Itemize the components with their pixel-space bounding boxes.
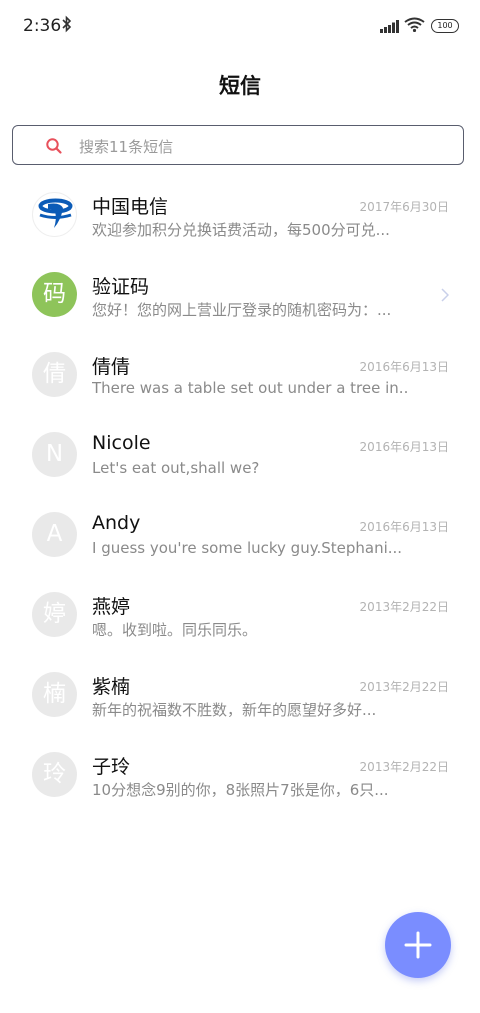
conversation-name: 验证码 — [92, 276, 150, 298]
conversation-name: Andy — [92, 512, 141, 534]
conversation-name: 子玲 — [92, 756, 131, 778]
avatar: 婷 — [32, 592, 77, 637]
conversation-date: 2016年6月13日 — [359, 440, 449, 454]
avatar: 码 — [32, 272, 77, 317]
avatar: A — [32, 512, 77, 557]
conversation-date: 2013年2月22日 — [359, 680, 449, 694]
battery-icon: 100 — [431, 19, 459, 33]
conversation-item[interactable]: A Andy 2016年6月13日 I guess you're some lu… — [0, 484, 480, 564]
conversation-preview: 您好！您的网上营业厅登录的随机密码为：... — [92, 301, 392, 319]
bluetooth-icon — [62, 15, 72, 37]
conversation-name: 倩倩 — [92, 356, 131, 378]
china-telecom-logo-icon — [32, 192, 77, 237]
conversation-preview: 嗯。收到啦。同乐同乐。 — [92, 621, 258, 639]
search-placeholder: 搜索11条短信 — [79, 138, 174, 156]
plus-icon — [404, 931, 432, 959]
new-message-button[interactable] — [385, 912, 451, 978]
conversation-item[interactable]: N Nicole 2016年6月13日 Let's eat out,shall … — [0, 404, 480, 484]
search-input[interactable]: 搜索11条短信 — [12, 125, 464, 165]
conversation-preview: 新年的祝福数不胜数，新年的愿望好多好... — [92, 701, 377, 719]
conversation-item[interactable]: 倩 倩倩 2016年6月13日 There was a table set ou… — [0, 324, 480, 404]
conversation-preview: There was a table set out under a tree i… — [92, 379, 407, 397]
conversation-name: 紫楠 — [92, 676, 131, 698]
search-icon — [45, 137, 63, 159]
conversation-preview: 10分想念9别的你，8张照片7张是你，6只... — [92, 781, 389, 799]
conversation-preview: 欢迎参加积分兑换话费活动，每500分可兑... — [92, 221, 390, 239]
conversation-name: 燕婷 — [92, 596, 131, 618]
status-bar: 2:36 100 — [0, 0, 480, 52]
conversation-item[interactable]: 码 验证码 您好！您的网上营业厅登录的随机密码为：... — [0, 244, 480, 324]
conversation-preview: Let's eat out,shall we? — [92, 459, 260, 477]
signal-icon — [380, 18, 399, 37]
conversation-preview: I guess you're some lucky guy.Stephani..… — [92, 539, 403, 557]
status-time: 2:36 — [23, 16, 62, 36]
conversation-item[interactable]: 玲 子玲 2013年2月22日 10分想念9别的你，8张照片7张是你，6只... — [0, 724, 480, 804]
conversation-date: 2016年6月13日 — [359, 360, 449, 374]
conversation-name: 中国电信 — [92, 196, 169, 218]
conversation-name: Nicole — [92, 432, 151, 454]
conversation-date: 2013年2月22日 — [359, 760, 449, 774]
avatar: 倩 — [32, 352, 77, 397]
page-title: 短信 — [219, 74, 261, 98]
conversation-date: 2016年6月13日 — [359, 520, 449, 534]
avatar: 玲 — [32, 752, 77, 797]
chevron-right-icon — [441, 287, 450, 306]
conversation-item[interactable]: 中国电信 2017年6月30日 欢迎参加积分兑换话费活动，每500分可兑... — [0, 164, 480, 244]
conversation-date: 2013年2月22日 — [359, 600, 449, 614]
avatar: N — [32, 432, 77, 477]
wifi-icon — [404, 17, 425, 36]
conversation-item[interactable]: 婷 燕婷 2013年2月22日 嗯。收到啦。同乐同乐。 — [0, 564, 480, 644]
conversation-list: 中国电信 2017年6月30日 欢迎参加积分兑换话费活动，每500分可兑... … — [0, 164, 480, 804]
conversation-item[interactable]: 楠 紫楠 2013年2月22日 新年的祝福数不胜数，新年的愿望好多好... — [0, 644, 480, 724]
conversation-date: 2017年6月30日 — [359, 200, 449, 214]
avatar: 楠 — [32, 672, 77, 717]
